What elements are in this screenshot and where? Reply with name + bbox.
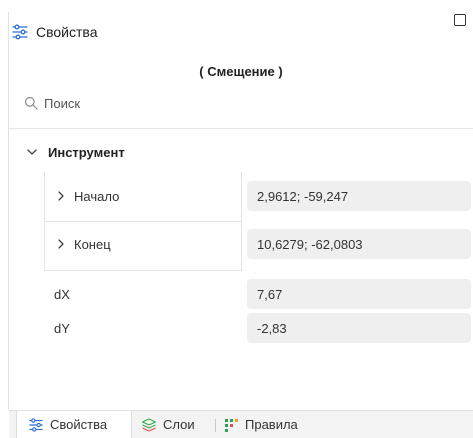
tab-layers[interactable]: Слои: [141, 411, 211, 438]
property-row-dx: dX: [54, 284, 70, 304]
row-divider: [44, 270, 242, 271]
property-label: dY: [54, 320, 70, 336]
tab-properties[interactable]: Свойства: [16, 411, 132, 438]
row-divider: [44, 221, 242, 222]
group-label: Инструмент: [48, 144, 125, 160]
object-type-title: ( Смещение ): [199, 64, 283, 79]
panel-header: Свойства: [9, 12, 473, 52]
bottom-tab-bar: Свойства Слои Правила: [9, 410, 473, 438]
property-value-dx[interactable]: 7,67: [247, 279, 471, 309]
property-label: Конец: [74, 236, 111, 252]
properties-panel: Свойства ( Смещение ) Инструмент: [0, 0, 473, 438]
tab-separator: [215, 419, 216, 432]
group-header-tool[interactable]: Инструмент: [9, 140, 473, 164]
tab-rules[interactable]: Правила: [223, 411, 323, 438]
property-value-dy[interactable]: -2,83: [247, 313, 471, 343]
maximize-button[interactable]: [454, 14, 466, 26]
properties-icon: [28, 417, 44, 433]
properties-icon: [11, 23, 29, 41]
rules-grid-icon: [223, 417, 239, 433]
search-input[interactable]: [44, 95, 244, 111]
layers-icon: [141, 417, 157, 433]
chevron-down-icon: [26, 146, 38, 158]
chevron-right-icon: [56, 238, 66, 250]
search-icon: [24, 96, 38, 110]
property-row-dy: dY: [54, 318, 70, 338]
property-row-end[interactable]: Конец: [56, 234, 111, 254]
property-value-start[interactable]: 2,9612; -59,247: [247, 181, 471, 211]
property-value-end[interactable]: 10,6279; -62,0803: [247, 229, 471, 259]
divider: [9, 128, 473, 129]
property-row-start[interactable]: Начало: [56, 186, 119, 206]
property-label: Начало: [74, 188, 120, 204]
property-label: dX: [54, 286, 70, 302]
search-bar: [9, 90, 473, 116]
tab-label: Свойства: [50, 417, 108, 432]
panel-title: Свойства: [36, 24, 98, 40]
chevron-right-icon: [56, 190, 66, 202]
tab-label: Правила: [245, 417, 298, 432]
tab-label: Слои: [163, 417, 195, 432]
